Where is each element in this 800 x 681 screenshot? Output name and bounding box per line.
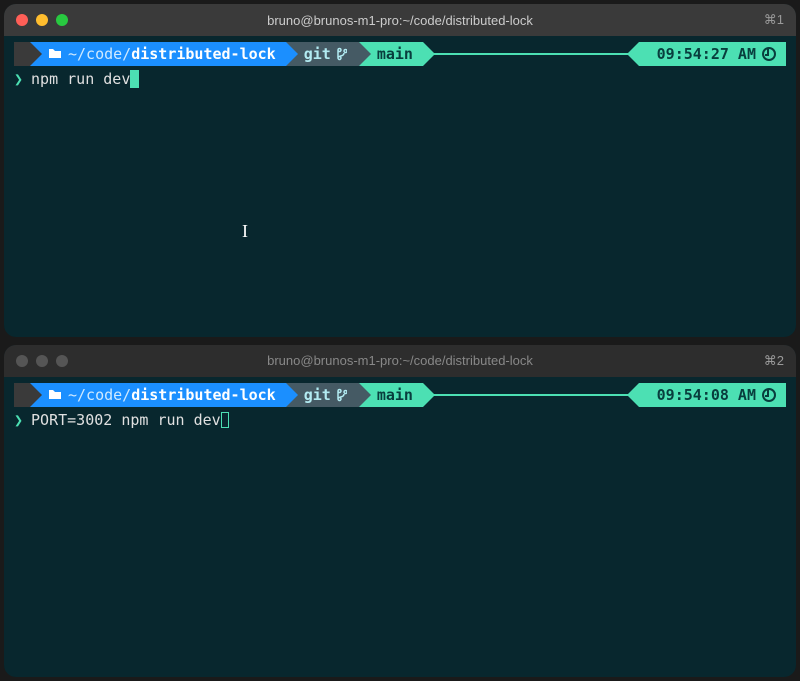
prompt-char: ❯ (14, 411, 23, 429)
close-button[interactable] (16, 355, 28, 367)
window-title-1: bruno@brunos-m1-pro:~/code/distributed-l… (267, 13, 533, 28)
branch-name: main (377, 386, 413, 404)
time-segment: 09:54:27 AM (639, 42, 786, 66)
cursor-active (130, 70, 139, 88)
folder-icon (48, 386, 62, 404)
command-line-1[interactable]: ❯ npm run dev (14, 68, 786, 90)
git-branch-icon (335, 388, 347, 402)
terminal-body-2[interactable]: ~/code/distributed-lock git main 09:54:0… (4, 377, 796, 678)
titlebar-1[interactable]: bruno@brunos-m1-pro:~/code/distributed-l… (4, 4, 796, 36)
minimize-button[interactable] (36, 355, 48, 367)
connector-line (421, 53, 641, 55)
minimize-button[interactable] (36, 14, 48, 26)
cursor-inactive (221, 412, 229, 428)
path-prefix: ~/code/ (68, 386, 131, 404)
titlebar-2[interactable]: bruno@brunos-m1-pro:~/code/distributed-l… (4, 345, 796, 377)
clock-icon (762, 388, 776, 402)
time-text: 09:54:08 AM (657, 386, 756, 404)
path-prefix: ~/code/ (68, 45, 131, 63)
powerline-prompt-1: ~/code/distributed-lock git main 09:54:2… (14, 42, 786, 66)
command-text: PORT=3002 npm run dev (31, 411, 221, 429)
terminal-body-1[interactable]: ~/code/distributed-lock git main 09:54:2… (4, 36, 796, 337)
close-button[interactable] (16, 14, 28, 26)
git-branch-icon (335, 47, 347, 61)
terminal-window-2: bruno@brunos-m1-pro:~/code/distributed-l… (4, 345, 796, 678)
apple-icon (14, 383, 30, 407)
powerline-prompt-2: ~/code/distributed-lock git main 09:54:0… (14, 383, 786, 407)
window-title-2: bruno@brunos-m1-pro:~/code/distributed-l… (267, 353, 533, 368)
branch-name: main (377, 45, 413, 63)
tab-indicator-1: ⌘1 (764, 12, 784, 28)
time-text: 09:54:27 AM (657, 45, 756, 63)
folder-icon (48, 45, 62, 63)
time-segment: 09:54:08 AM (639, 383, 786, 407)
path-segment: ~/code/distributed-lock (30, 383, 286, 407)
command-text: npm run dev (31, 70, 130, 88)
prompt-char: ❯ (14, 70, 23, 88)
command-line-2[interactable]: ❯ PORT=3002 npm run dev (14, 409, 786, 431)
git-label: git (304, 386, 331, 404)
git-label: git (304, 45, 331, 63)
clock-icon (762, 47, 776, 61)
terminal-window-1: bruno@brunos-m1-pro:~/code/distributed-l… (4, 4, 796, 337)
tab-indicator-2: ⌘2 (764, 353, 784, 369)
ibeam-cursor-icon: I (242, 221, 248, 242)
traffic-lights-2 (16, 355, 68, 367)
connector-line (421, 394, 641, 396)
traffic-lights-1 (16, 14, 68, 26)
path-segment: ~/code/distributed-lock (30, 42, 286, 66)
path-name: distributed-lock (131, 45, 276, 63)
apple-icon (14, 42, 30, 66)
maximize-button[interactable] (56, 14, 68, 26)
path-name: distributed-lock (131, 386, 276, 404)
maximize-button[interactable] (56, 355, 68, 367)
